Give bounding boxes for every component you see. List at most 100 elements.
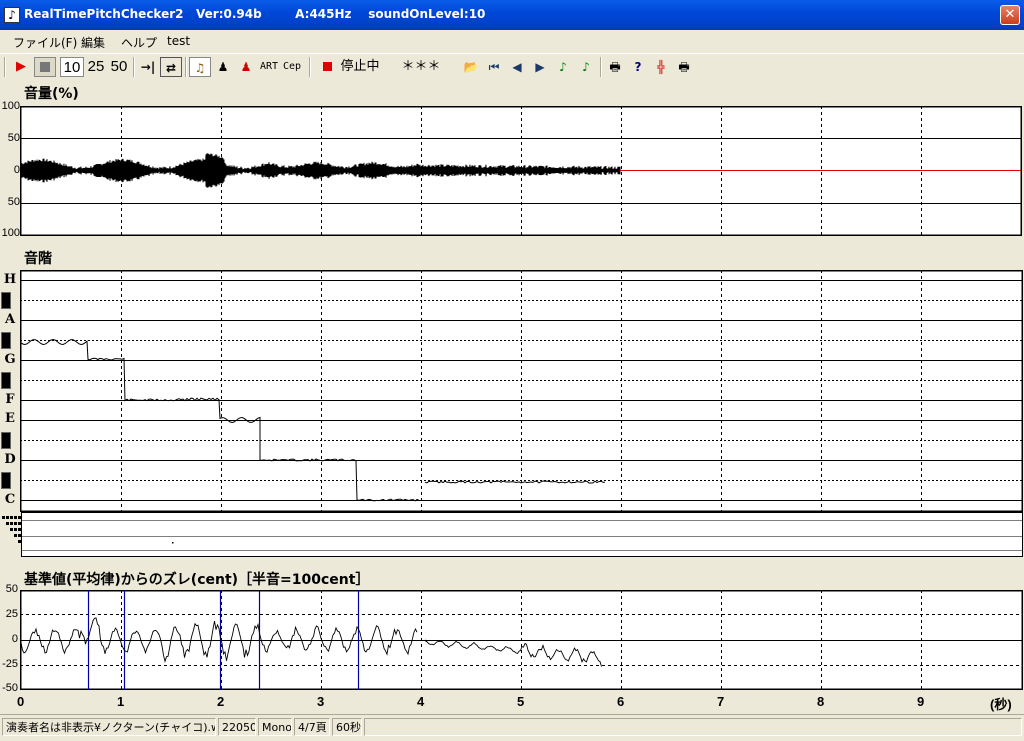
question-icon: ?	[634, 60, 642, 74]
cep-button[interactable]: Cep	[281, 57, 303, 77]
print-setup-button[interactable]: 🖶	[673, 57, 695, 77]
speed-10-button[interactable]: 10	[60, 57, 84, 77]
black-key	[1, 432, 11, 449]
status-page: 4/7頁	[294, 718, 330, 736]
volume-tick-label: 50	[7, 196, 20, 208]
toolbar-grip	[4, 57, 6, 77]
stop-button[interactable]	[34, 57, 56, 77]
jump-end-button[interactable]: →|	[137, 57, 159, 77]
note-label-f: F	[5, 392, 15, 407]
menu-help[interactable]: ヘルプ	[121, 34, 157, 51]
speed-25-button[interactable]: 25	[85, 57, 107, 77]
first-button[interactable]: ⏮	[483, 57, 505, 77]
music-note-outline-icon: ♪	[582, 60, 590, 74]
toolbar: ▶ 10 25 50 →| ⇄ ♫ ♟ ♟ ART Cep 停止中 ＊＊＊ 📂 …	[0, 53, 1024, 81]
art-button[interactable]: ART	[258, 57, 280, 77]
cent-tick-label: -25	[2, 658, 18, 670]
strip-tick	[18, 540, 21, 543]
print-button[interactable]: 🖶	[604, 57, 626, 77]
black-key	[1, 332, 11, 349]
next-button[interactable]: ▶	[529, 57, 551, 77]
black-key	[1, 372, 11, 389]
help-button[interactable]: ?	[627, 57, 649, 77]
strip-tick	[10, 522, 13, 525]
volume-tick-label: 50	[7, 132, 20, 144]
volume-tick-label: 100	[1, 100, 20, 112]
prev-button[interactable]: ◀	[506, 57, 528, 77]
note-label-a: A	[4, 312, 16, 327]
status-channels: Mono	[258, 718, 292, 736]
menu-test[interactable]: test	[167, 34, 190, 48]
strip-dot	[172, 542, 174, 544]
x-tick-label: 6	[617, 694, 625, 709]
strip-tick	[6, 516, 9, 519]
volume-panel-title: 音量(%)	[24, 86, 79, 102]
close-button[interactable]: ✕	[1000, 5, 1020, 25]
split-icon: ╬	[657, 60, 665, 74]
close-icon: ✕	[1004, 7, 1016, 22]
toolbar-separator	[309, 57, 311, 77]
pitch-scale-plot	[20, 270, 1023, 512]
strip-tick	[18, 528, 21, 531]
note-strip	[2, 512, 1023, 557]
status-empty	[364, 718, 1022, 736]
note-outline-button[interactable]: ♪	[575, 57, 597, 77]
person-icon: ♟	[217, 60, 229, 74]
black-key	[1, 292, 11, 309]
strip-tick	[18, 534, 21, 537]
app-icon: ♪	[4, 7, 20, 23]
x-tick-label: 4	[417, 694, 425, 709]
record-button[interactable]	[316, 57, 338, 77]
skip-start-icon: ⏮	[488, 60, 500, 74]
loop-icon: ⇄	[165, 61, 177, 75]
title-bar: ♪ RealTimePitchChecker2 Ver:0.94b A:445H…	[0, 0, 1024, 30]
strip-tick	[14, 522, 17, 525]
status-length: 60秒	[332, 718, 362, 736]
toolbar-separator	[600, 57, 602, 77]
strip-tick	[18, 522, 21, 525]
note-display: ＊＊＊	[386, 57, 456, 77]
toolbar-separator	[133, 57, 135, 77]
client-area: 音量(%) 100 50 0 50 100 音階 H A G F E D C 基…	[0, 80, 1024, 714]
violin-button[interactable]: ♫	[189, 57, 211, 77]
x-tick-label: 9	[917, 694, 925, 709]
x-tick-label: 1	[117, 694, 125, 709]
toolbar-separator	[185, 57, 187, 77]
window-title: RealTimePitchChecker2 Ver:0.94b A:445Hz …	[24, 7, 486, 21]
status-sample-rate: 22050	[218, 718, 256, 736]
play-icon: ▶	[16, 59, 26, 74]
strip-tick	[14, 528, 17, 531]
black-key	[1, 472, 11, 489]
x-axis-unit: (秒)	[990, 697, 1012, 712]
volume-tick-label: 100	[1, 227, 20, 239]
person-red-button[interactable]: ♟	[235, 57, 257, 77]
loop-button[interactable]: ⇄	[160, 57, 182, 77]
x-tick-label: 3	[317, 694, 325, 709]
violin-icon: ♫	[194, 61, 206, 75]
cent-tick-label: 50	[5, 583, 18, 595]
note-label-c: C	[4, 492, 16, 507]
person-black-button[interactable]: ♟	[212, 57, 234, 77]
menu-file[interactable]: ファイル(F)	[13, 34, 77, 51]
note-label-g: G	[4, 352, 16, 367]
cent-tick-label: 25	[5, 608, 18, 620]
x-tick-label: 2	[217, 694, 225, 709]
play-button[interactable]: ▶	[10, 57, 32, 77]
x-tick-label: 8	[817, 694, 825, 709]
open-folder-button[interactable]: 📂	[460, 57, 482, 77]
speed-50-button[interactable]: 50	[108, 57, 130, 77]
strip-tick	[10, 516, 13, 519]
record-icon	[322, 62, 332, 71]
strip-tick	[14, 516, 17, 519]
scale-panel-title: 音階	[24, 251, 52, 267]
split-button[interactable]: ╬	[650, 57, 672, 77]
printer-icon: 🖶	[609, 60, 621, 74]
menu-edit[interactable]: 編集	[81, 34, 105, 51]
x-tick-label: 0	[17, 694, 25, 709]
note-green-button[interactable]: ♪	[552, 57, 574, 77]
strip-tick	[2, 516, 5, 519]
strip-frame	[21, 512, 1023, 557]
folder-open-icon: 📂	[463, 60, 479, 74]
strip-tick	[14, 534, 17, 537]
music-note-icon: ♪	[559, 60, 567, 74]
